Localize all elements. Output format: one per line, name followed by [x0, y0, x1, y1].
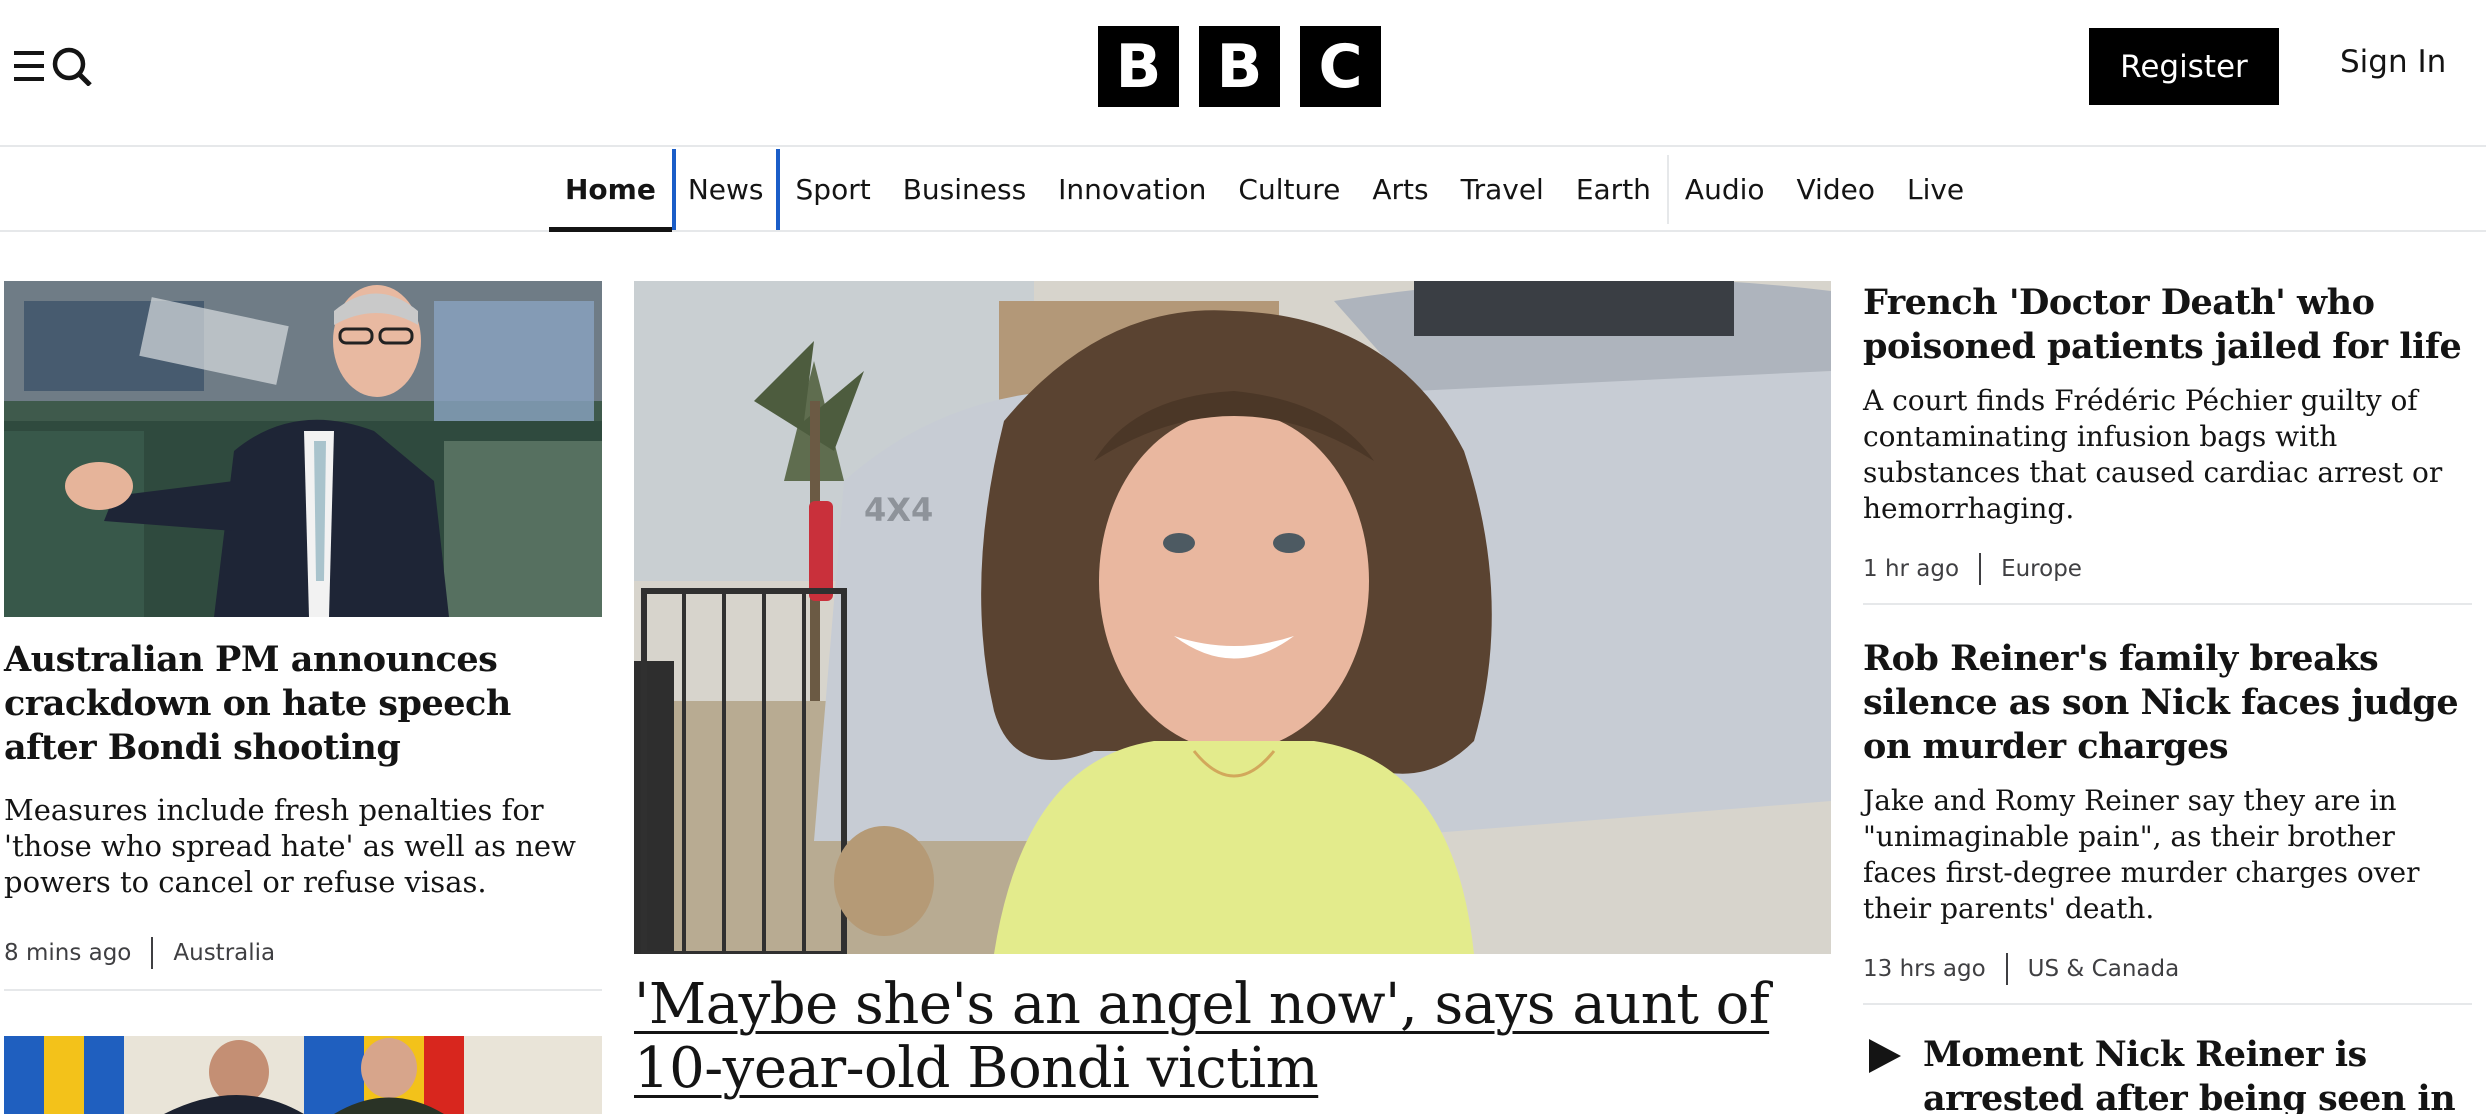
left-story[interactable]: Australian PM announces crackdown on hat… [4, 281, 602, 991]
story-headline[interactable]: French 'Doctor Death' who poisoned patie… [1863, 281, 2472, 369]
divider [4, 989, 602, 991]
bbc-homepage: B B C Register Sign In Home News Sport B… [0, 0, 2486, 1114]
story-meta: 13 hrs ago US & Canada [1863, 953, 2472, 985]
nav-item-home[interactable]: Home [549, 149, 672, 232]
logo-letter: B [1098, 26, 1179, 107]
story-time: 13 hrs ago [1863, 956, 1986, 982]
divider [1863, 1003, 2472, 1005]
menu-search-icon [14, 47, 92, 86]
register-button[interactable]: Register [2089, 28, 2279, 105]
story-card[interactable]: Rob Reiner's family breaks silence as so… [1863, 637, 2472, 1005]
play-icon [1869, 1039, 1901, 1073]
lead-story-headline[interactable]: 'Maybe she's an angel now', says aunt of… [634, 973, 1831, 1101]
story-time: 8 mins ago [4, 940, 132, 966]
story-headline[interactable]: Australian PM announces crackdown on hat… [4, 638, 602, 770]
nav-items: Home News Sport Business Innovation Cult… [549, 149, 1980, 232]
story-headline[interactable]: Rob Reiner's family breaks silence as so… [1863, 637, 2472, 769]
sign-in-link[interactable]: Sign In [2340, 44, 2446, 80]
menu-search-button[interactable] [14, 46, 96, 86]
video-story-card[interactable]: Moment Nick Reiner is arrested after bei… [1863, 1033, 2472, 1114]
nav-item-arts[interactable]: Arts [1356, 149, 1444, 230]
nav-item-business[interactable]: Business [887, 149, 1042, 230]
meta-separator [1979, 553, 1982, 585]
meta-separator [151, 937, 154, 969]
story-time: 1 hr ago [1863, 556, 1960, 582]
photo-smiling-girl: 4X4 [634, 281, 1831, 954]
svg-text:4X4: 4X4 [864, 491, 933, 529]
nav-item-innovation[interactable]: Innovation [1042, 149, 1222, 230]
bbc-logo[interactable]: B B C [1098, 26, 1381, 107]
right-stories: French 'Doctor Death' who poisoned patie… [1863, 281, 2472, 1114]
nav-item-sport[interactable]: Sport [780, 149, 887, 230]
story-image[interactable] [4, 281, 602, 617]
story-section-link[interactable]: US & Canada [2028, 956, 2180, 982]
story-section-link[interactable]: Australia [173, 940, 275, 966]
story-meta: 1 hr ago Europe [1863, 553, 2472, 585]
lead-story-image[interactable]: 4X4 [634, 281, 1831, 954]
story-section-link[interactable]: Europe [2001, 556, 2082, 582]
nav-item-audio[interactable]: Audio [1669, 149, 1781, 230]
photo-leaders-flags [4, 1036, 602, 1114]
nav-item-earth[interactable]: Earth [1560, 149, 1667, 230]
story-summary: Measures include fresh penalties for 'th… [4, 793, 576, 899]
nav-item-travel[interactable]: Travel [1445, 149, 1560, 230]
nav-item-news[interactable]: News [672, 149, 780, 230]
nav-item-culture[interactable]: Culture [1222, 149, 1356, 230]
story-card[interactable]: French 'Doctor Death' who poisoned patie… [1863, 281, 2472, 605]
logo-letter: B [1199, 26, 1280, 107]
primary-nav: Home News Sport Business Innovation Cult… [0, 149, 2486, 232]
nav-item-live[interactable]: Live [1891, 149, 1980, 230]
masthead: B B C Register Sign In [0, 0, 2486, 147]
story-summary: A court finds Frédéric Péchier guilty of… [1863, 384, 2443, 525]
nav-item-video[interactable]: Video [1781, 149, 1891, 230]
story-headline[interactable]: Moment Nick Reiner is arrested after bei… [1923, 1033, 2472, 1114]
story-summary: Jake and Romy Reiner say they are in "un… [1863, 784, 2420, 925]
divider [1863, 603, 2472, 605]
lead-story[interactable]: 4X4 'Maybe she's an angel now', says aun… [634, 281, 1831, 1101]
story-image[interactable] [4, 1036, 602, 1114]
story-meta: 8 mins ago Australia [4, 937, 602, 969]
photo-pm-speaking [4, 281, 602, 617]
meta-separator [2005, 953, 2008, 985]
logo-letter: C [1300, 26, 1381, 107]
